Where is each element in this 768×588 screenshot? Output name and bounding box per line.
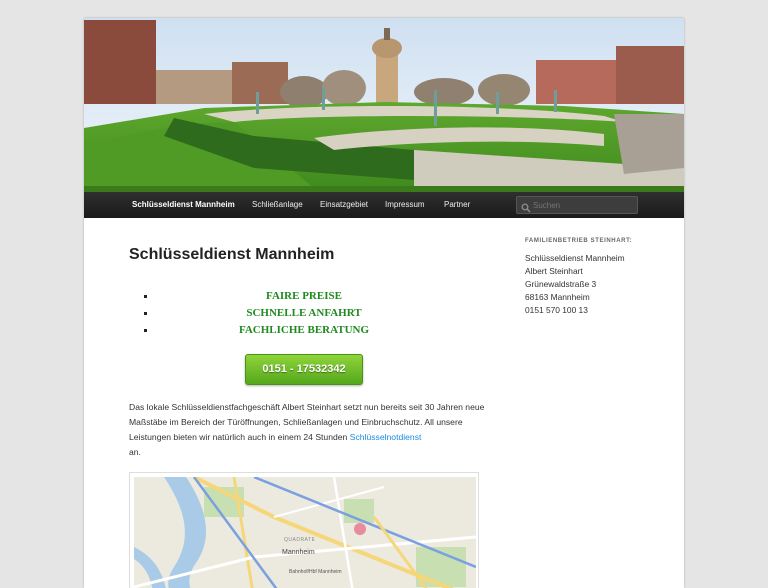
widget-title: FAMILIENBETRIEB STEINHART: <box>525 238 633 244</box>
search-icon <box>521 200 531 218</box>
call-phone-button[interactable]: 0151 - 17532342 <box>245 354 363 385</box>
sidebar: FAMILIENBETRIEB STEINHART: Schlüsseldien… <box>525 238 665 317</box>
feature-list: FAIRE PREISE SCHNELLE ANFAHRT FACHLICHE … <box>144 288 464 339</box>
address-line: 68163 Mannheim <box>525 292 590 302</box>
map-label-city: Mannheim <box>282 549 315 556</box>
nav-item-schluesseldienst[interactable]: Schlüsseldienst Mannheim <box>132 192 235 218</box>
nav-item-einsatzgebiet[interactable]: Einsatzgebiet <box>320 192 368 218</box>
phone-number[interactable]: 0151 570 100 13 <box>525 304 665 317</box>
notdienst-link[interactable]: Schlüsselnotdienst <box>350 432 422 442</box>
search-input[interactable] <box>533 198 633 212</box>
bullet-icon <box>144 312 147 315</box>
map-label-district: QUADRATE <box>284 537 316 543</box>
address-line: Grünewaldstraße 3 <box>525 279 597 289</box>
page-title: Schlüsseldienst Mannheim <box>129 246 335 263</box>
header-image[interactable] <box>84 18 684 192</box>
map-view[interactable]: QUADRATE Mannheim Bahnhof/Hbf Mannheim <box>134 477 476 588</box>
address-line: Albert Steinhart <box>525 266 583 276</box>
map-label-station: Bahnhof/Hbf Mannheim <box>289 569 342 575</box>
nav-item-partner[interactable]: Partner <box>444 192 470 218</box>
page: Schlüsseldienst Mannheim Schließanlage E… <box>84 18 684 588</box>
main-navigation: Schlüsseldienst Mannheim Schließanlage E… <box>84 192 684 218</box>
list-item: SCHNELLE ANFAHRT <box>144 305 464 322</box>
bullet-icon <box>144 295 147 298</box>
list-item: FAIRE PREISE <box>144 288 464 305</box>
intro-paragraph: Das lokale Schlüsseldienstfachgeschäft A… <box>129 402 485 457</box>
address-line: Schlüsseldienst Mannheim <box>525 253 625 263</box>
list-item: FACHLICHE BERATUNG <box>144 322 464 339</box>
bullet-icon <box>144 329 147 332</box>
nav-item-impressum[interactable]: Impressum <box>385 192 425 218</box>
map-embed[interactable]: QUADRATE Mannheim Bahnhof/Hbf Mannheim <box>129 472 479 588</box>
nav-item-schliessanlage[interactable]: Schließanlage <box>252 192 303 218</box>
search-box[interactable] <box>516 196 638 214</box>
